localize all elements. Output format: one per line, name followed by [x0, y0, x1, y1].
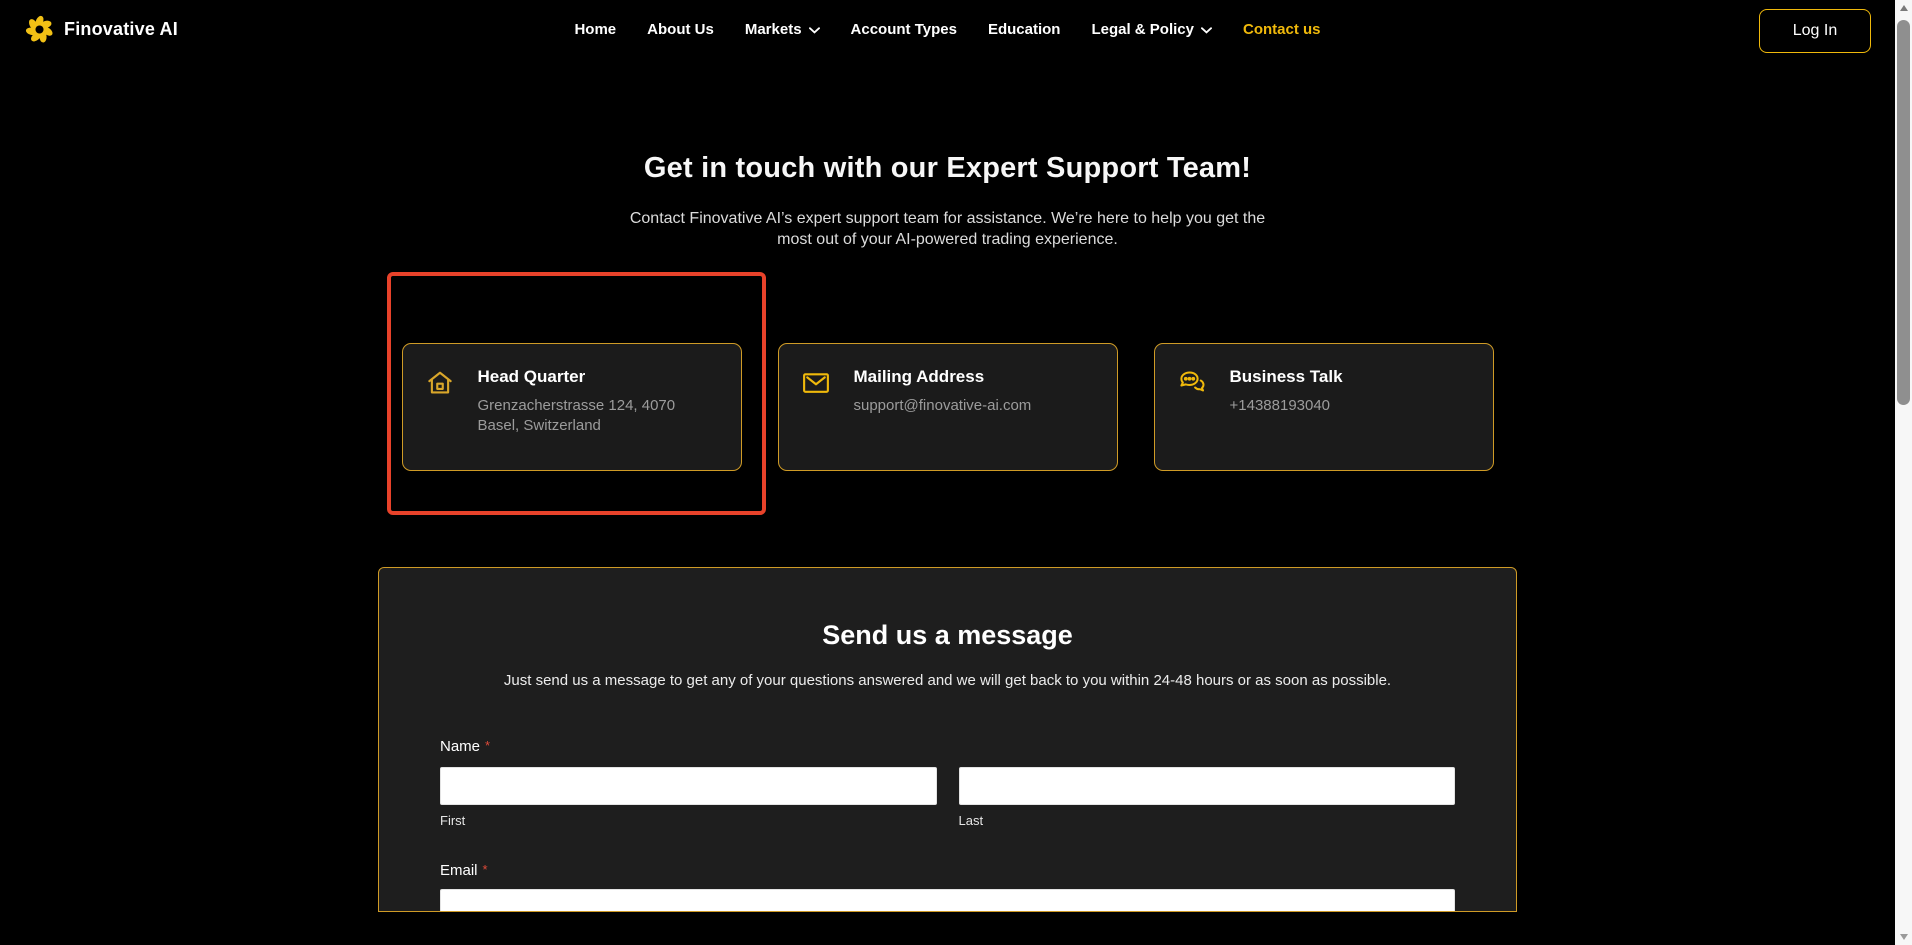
nav-item-home[interactable]: Home	[574, 21, 616, 38]
card-text: +14388193040	[1229, 396, 1331, 414]
card-business-talk: Business Talk +14388193040	[1153, 342, 1494, 471]
brand-logo[interactable]: Finovative AI	[24, 13, 178, 46]
form-subtitle: Just send us a message to get any of you…	[503, 671, 1392, 689]
chevron-down-icon	[808, 26, 820, 34]
top-navigation-bar: Finovative AI Home About Us Markets Acco…	[0, 0, 1895, 58]
required-asterisk: *	[482, 861, 488, 877]
card-mailing-address: Mailing Address support@finovative-ai.co…	[777, 342, 1118, 471]
required-asterisk: *	[485, 737, 491, 753]
name-field-label: Name *	[440, 737, 491, 755]
contact-cards-row: Head Quarter Grenzacherstrasse 124, 4070…	[0, 271, 1895, 515]
chevron-down-icon	[1201, 26, 1213, 34]
scroll-up-arrow-icon[interactable]	[1895, 0, 1912, 16]
card-title: Mailing Address	[853, 366, 985, 386]
nav-item-markets[interactable]: Markets	[745, 21, 820, 38]
scrollbar	[1895, 0, 1912, 945]
chat-bubbles-icon	[1177, 368, 1207, 398]
name-fields-row: First Last	[440, 766, 1455, 828]
mail-icon	[801, 368, 831, 398]
brand-name: Finovative AI	[64, 18, 178, 39]
page: Finovative AI Home About Us Markets Acco…	[0, 0, 1895, 945]
page-title: Get in touch with our Expert Support Tea…	[643, 152, 1252, 184]
card-text: support@finovative-ai.com	[853, 396, 1032, 414]
page-subtitle: Contact Finovative AI’s expert support t…	[629, 210, 1266, 248]
nav-item-contact-us[interactable]: Contact us	[1243, 21, 1321, 38]
form-title: Send us a message	[822, 619, 1073, 650]
contact-form-section: Send us a message Just send us a message…	[378, 566, 1517, 912]
last-name-input[interactable]	[958, 766, 1455, 805]
nav-item-education[interactable]: Education	[988, 21, 1061, 38]
email-input[interactable]	[440, 888, 1455, 911]
card-text: Grenzacherstrasse 124, 4070 Basel, Switz…	[477, 396, 676, 434]
first-name-input[interactable]	[440, 766, 937, 805]
aperture-flower-icon	[24, 13, 55, 46]
card-head-quarter: Head Quarter Grenzacherstrasse 124, 4070…	[401, 342, 742, 471]
email-field-label: Email *	[440, 861, 488, 879]
main-nav: Home About Us Markets Account Types Educ…	[574, 0, 1320, 58]
nav-item-legal-policy[interactable]: Legal & Policy	[1091, 21, 1213, 38]
card-title: Business Talk	[1229, 366, 1343, 386]
nav-item-account-types[interactable]: Account Types	[851, 21, 957, 38]
first-name-hint: First	[440, 812, 466, 828]
headquarter-card-wrapper: Head Quarter Grenzacherstrasse 124, 4070…	[386, 271, 766, 515]
card-title: Head Quarter	[477, 366, 586, 386]
nav-item-about-us[interactable]: About Us	[647, 21, 714, 38]
scrollbar-thumb[interactable]	[1897, 20, 1910, 405]
last-name-hint: Last	[958, 812, 984, 828]
login-button[interactable]: Log In	[1759, 9, 1871, 53]
home-icon	[425, 368, 455, 398]
scroll-down-arrow-icon[interactable]	[1895, 929, 1912, 945]
hero-section: Get in touch with our Expert Support Tea…	[0, 152, 1895, 251]
